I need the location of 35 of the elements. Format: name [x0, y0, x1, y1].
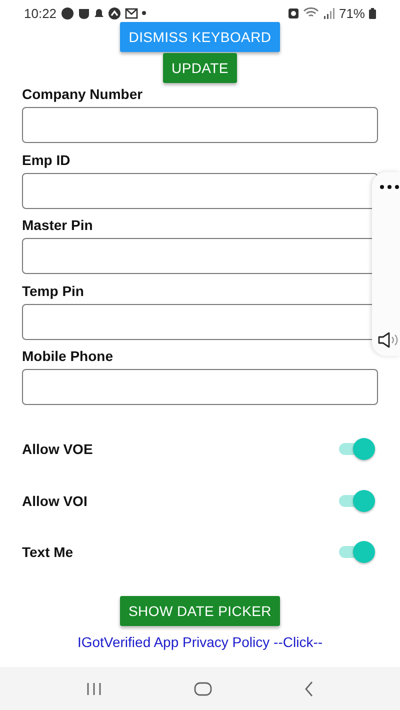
more-icon[interactable] — [380, 185, 399, 189]
field-label: Master Pin — [22, 217, 94, 233]
dismiss-keyboard-button[interactable]: DISMISS KEYBOARD — [120, 22, 280, 52]
toggle-label: Allow VOI — [22, 492, 88, 509]
toggle-switch[interactable] — [339, 490, 375, 512]
privacy-policy-link[interactable]: IGotVerified App Privacy Policy --Click-- — [77, 634, 323, 650]
toggle-label: Allow VOE — [22, 441, 93, 458]
toggle-label: Text Me — [22, 544, 74, 560]
battery-percent: 71% — [338, 6, 365, 20]
signal-icon — [322, 8, 335, 18]
notification-icon — [60, 6, 74, 20]
dot-icon — [142, 11, 146, 15]
toggle-switch[interactable] — [339, 541, 375, 564]
input-field[interactable] — [22, 369, 378, 405]
input-field[interactable] — [22, 107, 378, 143]
input-field[interactable] — [22, 172, 378, 208]
home-icon[interactable] — [194, 682, 212, 696]
field-label: Mobile Phone — [22, 348, 114, 364]
toggle-switch[interactable] — [339, 438, 375, 460]
update-button[interactable]: UPDATE — [162, 53, 238, 83]
alarm-icon — [288, 8, 299, 18]
show-date-picker-button[interactable]: SHOW DATE PICKER — [120, 596, 280, 626]
field-label: Temp Pin — [22, 282, 85, 298]
back-icon[interactable] — [304, 680, 314, 696]
battery-icon — [369, 8, 376, 18]
notification-icon — [108, 6, 121, 20]
speaker-icon[interactable] — [378, 332, 399, 348]
field-label: Emp ID — [22, 152, 72, 168]
bell-icon — [94, 8, 104, 18]
status-time: 10:22 — [24, 6, 57, 20]
mail-icon — [124, 8, 138, 18]
recent-apps-icon[interactable] — [86, 682, 102, 696]
wifi-icon — [302, 7, 319, 19]
notification-icon — [78, 7, 90, 19]
field-label: Company Number — [22, 86, 144, 102]
